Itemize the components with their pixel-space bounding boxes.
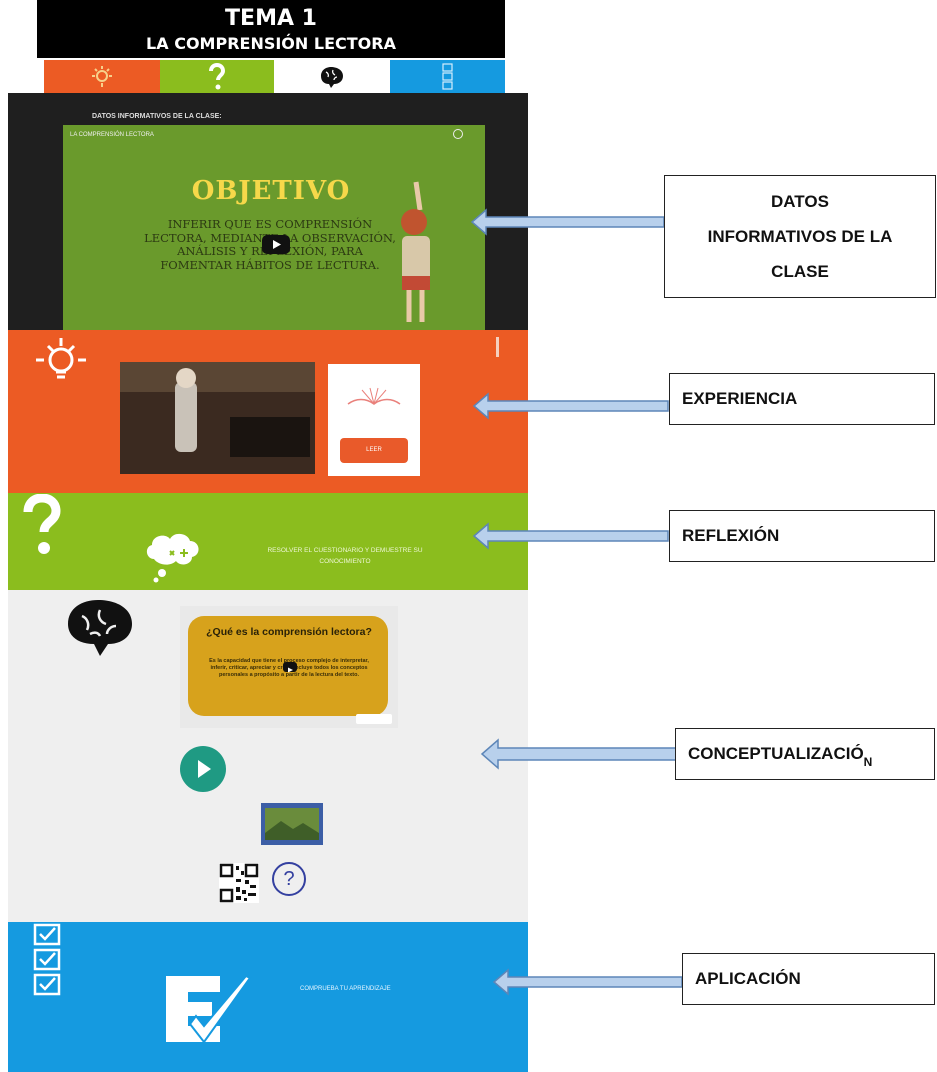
annotation-aplicacion: APLICACIÓN <box>682 953 935 1005</box>
page-title: TEMA 1 <box>225 6 317 31</box>
arrow-left-icon <box>472 522 669 550</box>
annotation-datos-line: DATOS <box>771 192 829 211</box>
arrow-left-icon <box>472 392 669 420</box>
scrollbar[interactable] <box>496 337 499 357</box>
play-icon <box>273 240 281 249</box>
annotation-conceptualizacion-suffix: N <box>863 755 873 769</box>
video-card-title: ¿Qué es la comprensión lectora? <box>206 626 372 638</box>
image-thumbnail[interactable] <box>261 803 323 845</box>
lightbulb-icon <box>36 338 86 379</box>
annotation-datos: DATOS INFORMATIVOS DE LA CLASE <box>664 175 936 298</box>
clock-icon <box>453 129 463 139</box>
arrow-left-icon <box>480 738 677 770</box>
annotation-conceptualizacion: CONCEPTUALIZACIÓ N <box>675 728 935 780</box>
reflexion-section <box>8 493 528 590</box>
play-button[interactable] <box>283 662 297 673</box>
brain-icon <box>68 600 132 656</box>
play-icon <box>198 760 211 778</box>
landscape-image <box>265 808 319 840</box>
nav-reflexion[interactable] <box>160 60 274 93</box>
qr-code[interactable] <box>219 863 259 903</box>
page-subtitle: LA COMPRENSIÓN LECTORA <box>146 34 396 53</box>
lightbulb-icon <box>92 65 112 87</box>
annotation-datos-line: CLASE <box>771 262 829 281</box>
annotation-datos-line: INFORMATIVOS DE LA <box>707 227 893 246</box>
aplicacion-section <box>8 922 528 1072</box>
annotation-experiencia: EXPERIENCIA <box>669 373 935 425</box>
girl-illustration <box>401 181 430 322</box>
arrow-left-icon <box>470 208 665 236</box>
help-button[interactable]: ? <box>272 862 306 896</box>
video-title: LA COMPRENSIÓN LECTORA <box>70 132 154 138</box>
experiencia-video[interactable] <box>120 362 315 474</box>
question-mark-icon <box>209 62 226 89</box>
reflexion-text: RESOLVER EL CUESTIONARIO Y DEMUESTRE SU … <box>267 547 423 565</box>
thinking-cloud-icon <box>146 533 199 583</box>
leer-button[interactable]: LEER <box>340 438 408 463</box>
nav-aplicacion[interactable] <box>390 60 505 93</box>
play-icon <box>288 667 293 673</box>
watch-on-badge[interactable] <box>356 714 392 724</box>
exam-icon <box>166 974 252 1044</box>
video-thumbnail <box>120 362 315 474</box>
audio-play-button[interactable] <box>180 746 226 792</box>
brain-icon <box>321 66 343 88</box>
nav-conceptualizacion[interactable] <box>274 60 390 93</box>
objetivo-heading: OBJETIVO <box>191 176 351 206</box>
checklist-icon <box>441 62 453 90</box>
annotation-reflexion: REFLEXIÓN <box>669 510 935 562</box>
annotation-conceptualizacion-label: CONCEPTUALIZACIÓ <box>688 744 864 763</box>
question-mark-icon <box>23 494 61 554</box>
checklist-icon <box>33 923 61 996</box>
qr-code-icon <box>219 863 259 903</box>
datos-label: DATOS INFORMATIVOS DE LA CLASE: <box>92 113 222 120</box>
arrow-left-icon <box>492 968 683 996</box>
nav-experiencia[interactable] <box>44 60 160 93</box>
aplicacion-text: COMPRUEBA TU APRENDIZAJE <box>300 986 391 992</box>
open-book-icon <box>347 387 401 405</box>
play-button[interactable] <box>262 235 290 254</box>
